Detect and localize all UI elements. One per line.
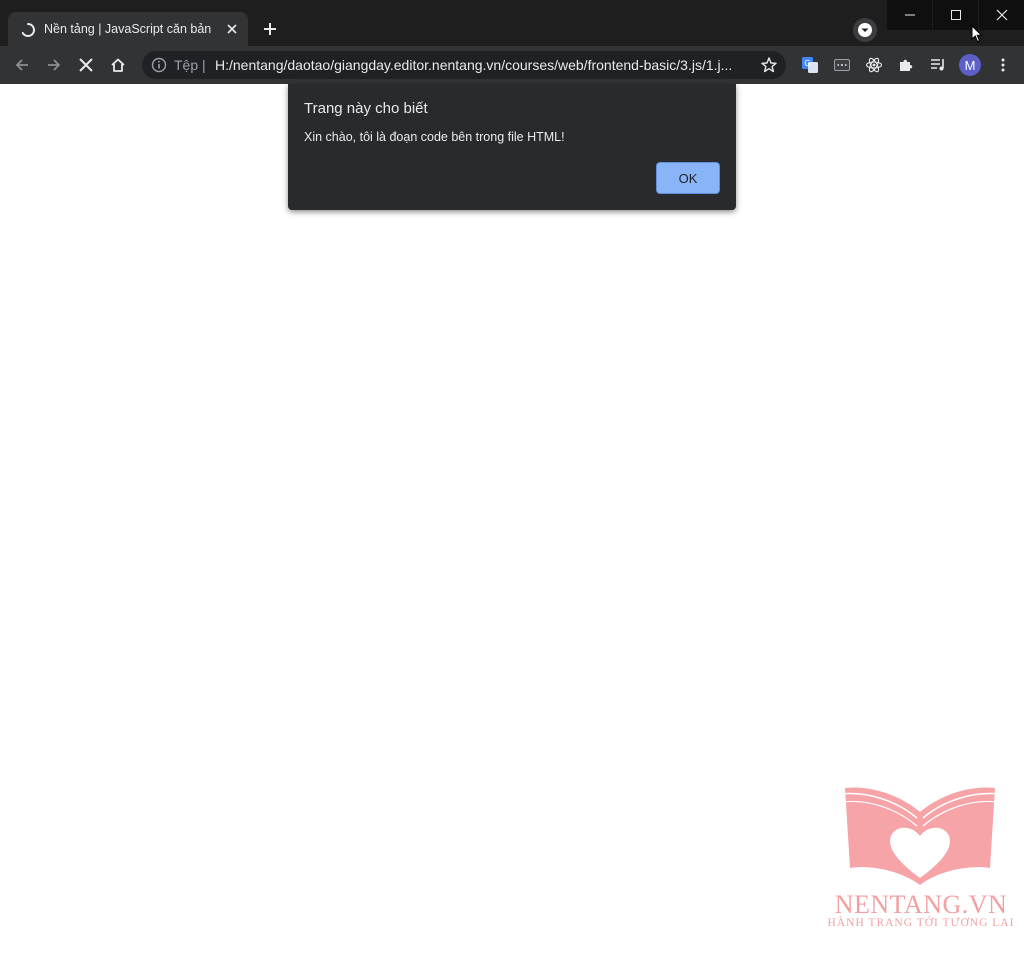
plus-icon bbox=[264, 23, 276, 35]
minimize-button[interactable] bbox=[887, 0, 932, 30]
ok-button[interactable]: OK bbox=[656, 162, 720, 194]
info-icon[interactable] bbox=[151, 57, 167, 73]
title-bar: Nền tảng | JavaScript căn bản bbox=[0, 0, 1024, 46]
security-label: Tệp | bbox=[174, 57, 206, 73]
stop-x-icon bbox=[79, 58, 93, 72]
chevron-down-circle-icon bbox=[858, 23, 872, 37]
arrow-right-icon bbox=[48, 59, 61, 71]
menu-kebab-icon[interactable] bbox=[993, 55, 1013, 75]
mouse-cursor-icon bbox=[971, 25, 983, 43]
stop-button[interactable] bbox=[73, 52, 99, 78]
alert-dialog: Trang này cho biết Xin chào, tôi là đoạn… bbox=[288, 84, 736, 210]
browser-toolbar: Tệp | H:/nentang/daotao/giangday.editor.… bbox=[0, 46, 1024, 84]
bookmark-star-icon[interactable] bbox=[760, 56, 778, 74]
extensions-puzzle-icon[interactable] bbox=[896, 55, 916, 75]
tab-search-button[interactable] bbox=[853, 18, 877, 42]
forward-button[interactable] bbox=[41, 52, 67, 78]
new-tab-button[interactable] bbox=[258, 17, 282, 41]
media-queue-icon[interactable] bbox=[928, 55, 948, 75]
react-devtools-icon[interactable] bbox=[864, 55, 884, 75]
watermark-brand: NENTANG.VN bbox=[834, 890, 1008, 919]
close-icon bbox=[996, 9, 1007, 21]
window-close-button[interactable] bbox=[979, 0, 1024, 30]
arrow-left-icon bbox=[15, 59, 28, 71]
home-icon bbox=[111, 58, 125, 72]
active-tab[interactable]: Nền tảng | JavaScript căn bản bbox=[8, 12, 248, 46]
tab-close-icon[interactable] bbox=[224, 21, 240, 37]
watermark-tagline: HÀNH TRANG TỚI TƯƠNG LAI bbox=[827, 917, 1015, 929]
address-bar[interactable]: Tệp | H:/nentang/daotao/giangday.editor.… bbox=[142, 51, 786, 79]
url-text[interactable]: H:/nentang/daotao/giangday.editor.nentan… bbox=[215, 57, 732, 73]
dialog-title: Trang này cho biết bbox=[304, 100, 428, 117]
extension-dark-icon[interactable] bbox=[832, 55, 852, 75]
profile-avatar[interactable]: M bbox=[959, 54, 981, 76]
back-button[interactable] bbox=[9, 52, 35, 78]
loading-spinner-icon bbox=[20, 22, 36, 38]
google-translate-extension-icon[interactable]: G bbox=[800, 55, 820, 75]
minimize-icon bbox=[904, 14, 915, 16]
maximize-icon bbox=[950, 10, 961, 20]
home-button[interactable] bbox=[105, 52, 131, 78]
svg-text:G: G bbox=[804, 59, 810, 68]
book-heart-icon bbox=[840, 787, 1000, 885]
dialog-message: Xin chào, tôi là đoạn code bên trong fil… bbox=[304, 130, 565, 144]
tab-title: Nền tảng | JavaScript căn bản bbox=[44, 22, 212, 36]
